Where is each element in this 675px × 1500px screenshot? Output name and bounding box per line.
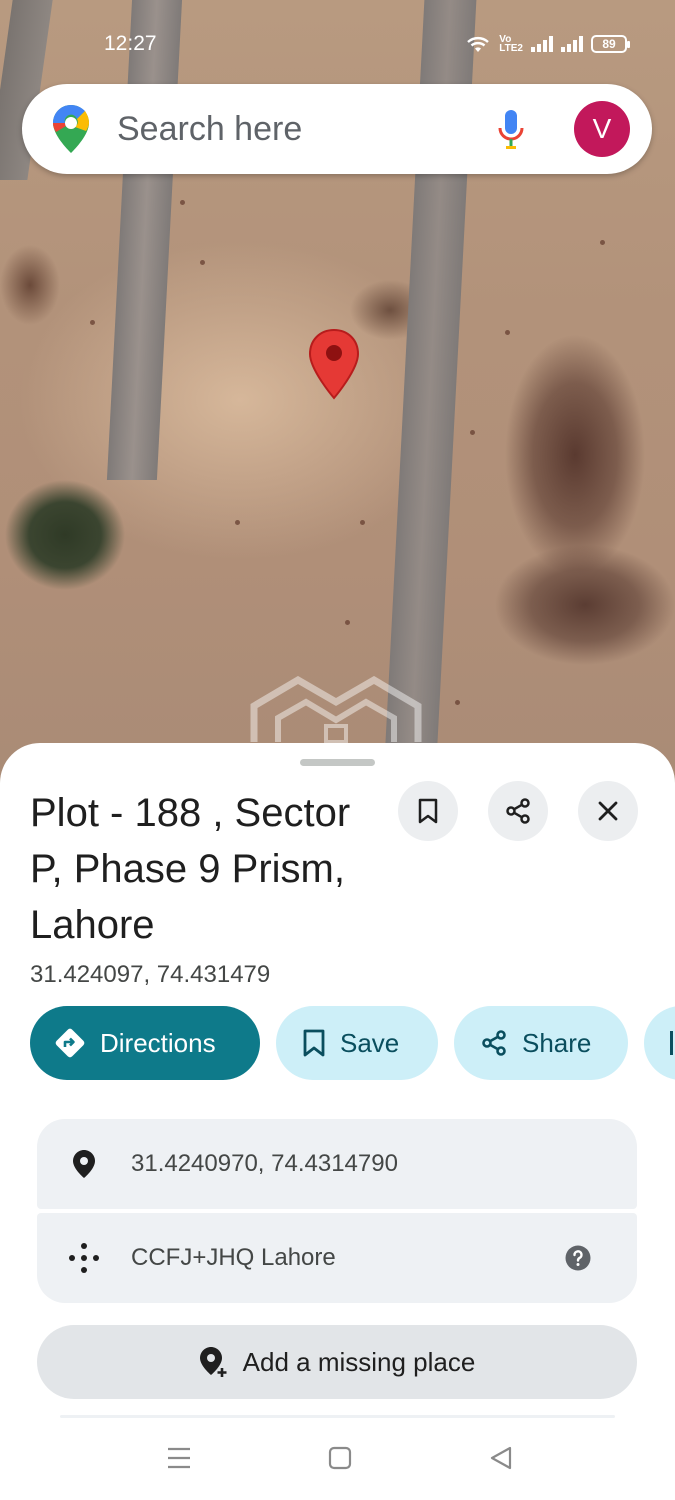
home-icon[interactable] <box>328 1446 352 1470</box>
next-section-edge <box>60 1415 615 1418</box>
plus-code-icon <box>69 1243 99 1273</box>
share-icon-button[interactable] <box>488 781 548 841</box>
bookmark-icon <box>418 798 438 824</box>
action-chips: Directions Save Share <box>30 1006 675 1082</box>
drag-handle[interactable] <box>300 759 375 766</box>
save-icon-button[interactable] <box>398 781 458 841</box>
share-label: Share <box>522 1027 592 1058</box>
plus-code-text: CCFJ+JHQ Lahore <box>131 1244 336 1271</box>
add-missing-place-button[interactable]: Add a missing place <box>37 1325 637 1399</box>
avatar[interactable]: V <box>574 101 630 157</box>
signal-icon <box>561 36 583 52</box>
help-icon[interactable] <box>565 1245 591 1271</box>
place-title: Plot - 188 , Sector P, Phase 9 Prism, La… <box>30 791 351 947</box>
google-maps-icon <box>53 105 89 153</box>
share-button[interactable]: Share <box>454 1006 628 1080</box>
directions-icon <box>55 1028 85 1058</box>
close-button[interactable] <box>578 781 638 841</box>
signal-icon <box>531 36 553 52</box>
directions-label: Directions <box>100 1027 216 1058</box>
system-navigation-bar <box>0 1420 675 1500</box>
wifi-icon <box>467 37 490 52</box>
microphone-icon[interactable] <box>496 108 526 150</box>
bookmark-icon <box>303 1029 325 1057</box>
add-missing-place-label: Add a missing place <box>242 1346 476 1377</box>
share-icon <box>482 1030 506 1056</box>
volte-icon: Vo LTE2 <box>499 34 523 54</box>
close-icon <box>598 801 618 821</box>
search-bar[interactable]: Search here V <box>22 84 652 174</box>
map-road <box>106 0 184 480</box>
save-button[interactable]: Save <box>276 1006 438 1080</box>
search-input[interactable]: Search here <box>117 110 302 149</box>
coordinates-text: 31.4240970, 74.4314790 <box>131 1150 398 1177</box>
more-actions-button[interactable] <box>644 1006 675 1080</box>
location-pin-icon[interactable] <box>308 328 360 400</box>
place-coordinates: 31.424097, 74.431479 <box>30 961 271 988</box>
watermark-logo <box>250 676 422 744</box>
menu-icon[interactable] <box>166 1446 192 1470</box>
plus-code-row[interactable]: CCFJ+JHQ Lahore <box>37 1213 637 1303</box>
share-icon <box>506 798 530 824</box>
location-pin-icon <box>73 1150 95 1178</box>
save-label: Save <box>340 1027 400 1058</box>
status-bar: 12:27 Vo LTE2 89 <box>0 28 675 64</box>
partial-chip-icon <box>670 1031 673 1055</box>
back-icon[interactable] <box>488 1446 514 1470</box>
add-location-icon <box>199 1347 227 1377</box>
status-time: 12:27 <box>104 32 157 55</box>
directions-button[interactable]: Directions <box>30 1006 260 1080</box>
coordinates-row[interactable]: 31.4240970, 74.4314790 <box>37 1119 637 1209</box>
place-bottom-sheet: Plot - 188 , Sector P, Phase 9 Prism, La… <box>0 743 675 1500</box>
battery-icon: 89 <box>591 35 630 53</box>
